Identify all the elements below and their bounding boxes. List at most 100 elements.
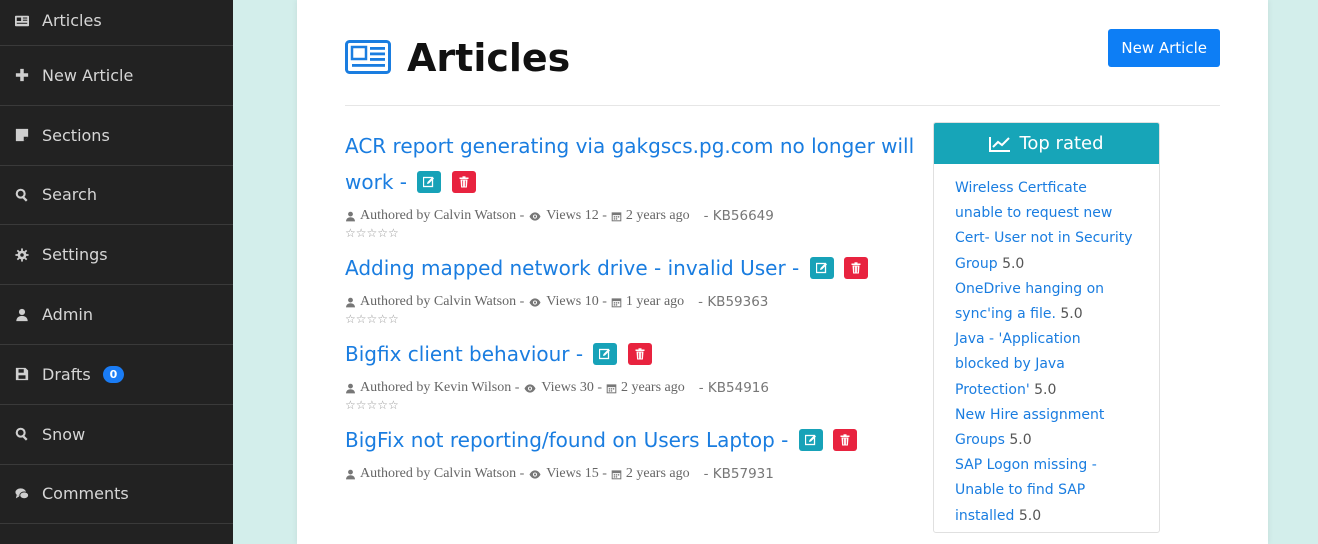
edit-button[interactable] xyxy=(809,256,834,279)
top-rated-item[interactable]: Java - 'Application blocked by Java Prot… xyxy=(955,327,1139,403)
sidebar-item-label: Drafts xyxy=(42,364,91,384)
article-views: Views 15 - xyxy=(546,466,607,481)
sidebar-item-label: Articles xyxy=(42,11,102,30)
delete-button[interactable] xyxy=(844,256,868,279)
top-rated-item[interactable]: SAP Logon missing - Unable to find SAP i… xyxy=(955,453,1139,529)
top-rated-item[interactable]: OneDrive hanging on sync'ing a file. 5.0 xyxy=(955,277,1139,327)
article-title-link[interactable]: Bigfix client behaviour - xyxy=(345,336,920,372)
newspaper-icon xyxy=(345,40,391,74)
sidebar-item-new-article[interactable]: New Article xyxy=(0,46,233,106)
article-title-link[interactable]: Adding mapped network drive - invalid Us… xyxy=(345,250,920,286)
plus-icon xyxy=(12,68,32,82)
top-rated-item-title: Java - 'Application blocked by Java Prot… xyxy=(955,331,1081,398)
article-kb-number: - KB54916 xyxy=(698,380,769,396)
save-icon xyxy=(12,367,32,381)
article-age: 1 year ago xyxy=(625,294,685,309)
sidebar-item-search[interactable]: Search xyxy=(0,166,233,226)
new-article-button[interactable]: New Article xyxy=(1108,29,1220,67)
list-item: Bigfix client behaviour - Authored by Ke… xyxy=(345,336,920,412)
delete-button[interactable] xyxy=(627,342,652,365)
calendar-icon xyxy=(611,469,622,479)
page-header: Articles New Article xyxy=(345,28,1220,106)
article-meta: Authored by Kevin Wilson - Views 30 - 2 … xyxy=(345,380,920,396)
top-rated-item-score: 5.0 xyxy=(1060,306,1083,323)
trash-icon xyxy=(635,347,645,359)
sidebar-item-articles[interactable]: Articles xyxy=(0,0,233,46)
article-views: Views 12 - xyxy=(546,208,607,223)
top-rated-item-title: Wireless Certficate unable to request ne… xyxy=(955,180,1133,272)
line-chart-icon xyxy=(989,136,1011,152)
star-rating: ☆☆☆☆☆ xyxy=(345,226,399,240)
sticky-note-icon xyxy=(12,128,32,142)
user-icon xyxy=(346,297,355,307)
list-item: ACR report generating via gakgscs.pg.com… xyxy=(345,128,920,240)
sidebar-item-label: Comments xyxy=(42,484,129,504)
top-rated-item[interactable]: New Hire assignment Groups 5.0 xyxy=(955,403,1139,453)
newspaper-icon xyxy=(12,14,32,28)
sidebar-item-snow[interactable]: Snow xyxy=(0,405,233,465)
sidebar-item-sections[interactable]: Sections xyxy=(0,106,233,166)
sidebar-item-label: Search xyxy=(42,185,97,205)
user-icon xyxy=(346,383,355,393)
article-kb-number: - KB59363 xyxy=(698,294,769,310)
trash-icon xyxy=(851,261,861,273)
edit-icon xyxy=(815,262,827,273)
eye-icon xyxy=(524,383,536,393)
article-title-text: Bigfix client behaviour - xyxy=(345,342,584,366)
search-icon xyxy=(12,188,32,202)
edit-icon xyxy=(599,348,611,359)
list-item: Adding mapped network drive - invalid Us… xyxy=(345,250,920,326)
sidebar-item-comments[interactable]: Comments xyxy=(0,465,233,525)
sidebar-item-settings[interactable]: Settings xyxy=(0,225,233,286)
article-age: 2 years ago xyxy=(625,466,690,481)
user-icon xyxy=(12,308,32,322)
edit-button[interactable] xyxy=(417,170,442,193)
article-views: Views 10 - xyxy=(546,294,607,309)
sidebar-item-admin[interactable]: Admin xyxy=(0,285,233,345)
article-meta: Authored by Calvin Watson - Views 12 - 2… xyxy=(345,208,920,224)
article-meta: Authored by Calvin Watson - Views 10 - 1… xyxy=(345,294,920,310)
top-rated-item-score: 5.0 xyxy=(1018,507,1042,524)
calendar-icon xyxy=(606,383,617,393)
eye-icon xyxy=(529,297,541,307)
user-icon xyxy=(346,469,355,479)
top-rated-panel: Top rated Wireless Certficate unable to … xyxy=(933,122,1160,533)
edit-button[interactable] xyxy=(593,342,618,365)
article-age: 2 years ago xyxy=(625,208,690,223)
delete-button[interactable] xyxy=(451,170,476,193)
trash-icon xyxy=(840,433,850,445)
article-age: 2 years ago xyxy=(620,380,685,395)
star-rating: ☆☆☆☆☆ xyxy=(345,312,399,326)
article-kb-number: - KB56649 xyxy=(703,208,774,224)
article-kb-number: - KB57931 xyxy=(703,466,774,482)
article-author: Authored by Calvin Watson - xyxy=(360,294,525,309)
delete-button[interactable] xyxy=(833,428,858,451)
main-card: Articles New Article ACR report generati… xyxy=(297,0,1268,544)
article-author: Authored by Calvin Watson - xyxy=(360,208,525,223)
sidebar-item-label: Settings xyxy=(42,245,108,265)
sidebar-item-drafts[interactable]: Drafts 0 xyxy=(0,345,233,405)
comments-icon xyxy=(12,487,32,501)
article-author: Authored by Calvin Watson - xyxy=(360,466,525,481)
article-meta: Authored by Calvin Watson - Views 15 - 2… xyxy=(345,466,920,482)
sidebar-item-label: Admin xyxy=(42,305,93,325)
page-title: Articles xyxy=(407,36,571,80)
calendar-icon xyxy=(611,297,622,307)
edit-button[interactable] xyxy=(798,428,823,451)
article-list: ACR report generating via gakgscs.pg.com… xyxy=(345,128,920,492)
top-rated-item-score: 5.0 xyxy=(1034,381,1057,398)
list-item: BigFix not reporting/found on Users Lapt… xyxy=(345,422,920,482)
edit-icon xyxy=(804,434,816,445)
article-author: Authored by Kevin Wilson - xyxy=(360,380,520,395)
top-rated-item-score: 5.0 xyxy=(1002,255,1025,272)
sidebar-item-label: Sections xyxy=(42,125,110,145)
top-rated-item[interactable]: Wireless Certficate unable to request ne… xyxy=(955,176,1139,277)
eye-icon xyxy=(529,469,541,479)
calendar-icon xyxy=(611,211,622,221)
article-title-text: Adding mapped network drive - invalid Us… xyxy=(345,256,800,280)
edit-icon xyxy=(423,176,435,187)
article-title-link[interactable]: ACR report generating via gakgscs.pg.com… xyxy=(345,128,920,200)
article-title-text: BigFix not reporting/found on Users Lapt… xyxy=(345,428,789,452)
article-title-link[interactable]: BigFix not reporting/found on Users Lapt… xyxy=(345,422,920,458)
sidebar: Articles New Article Sections Search Set… xyxy=(0,0,233,544)
